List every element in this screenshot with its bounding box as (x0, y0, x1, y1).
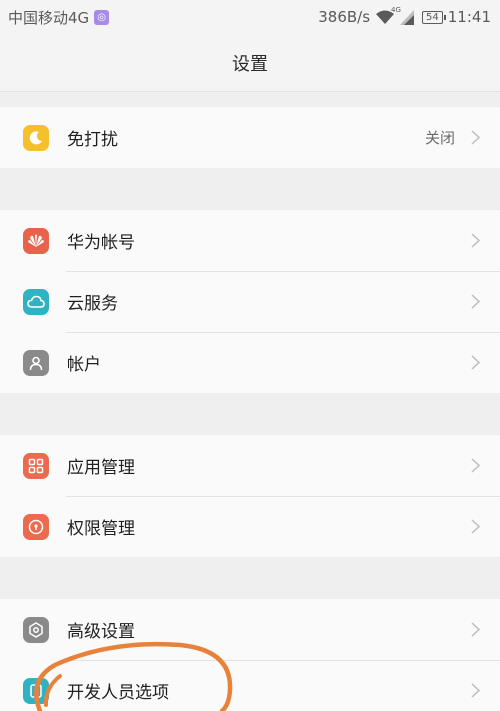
settings-item-developer-options[interactable]: 开发人员选项 (0, 660, 500, 711)
settings-item-label: 帐户 (67, 355, 101, 375)
page-title: 设置 (0, 34, 500, 92)
settings-screen: 中国移动4G ◎ 386B/s 4G 54 11:41 设置 免打扰 关闭 华为… (0, 0, 500, 711)
settings-item-label: 开发人员选项 (67, 683, 169, 703)
settings-group-account: 华为帐号 云服务 帐户 (0, 210, 500, 393)
net-speed: 386B/s (318, 8, 371, 26)
developer-icon (23, 677, 49, 704)
cloud-icon (23, 288, 49, 315)
huawei-icon (23, 227, 49, 254)
chevron-right-icon (471, 683, 480, 698)
cell-signal-icon: 4G (391, 6, 415, 25)
carrier-label: 中国移动4G (8, 8, 90, 27)
clock: 11:41 (447, 8, 491, 26)
settings-item-do-not-disturb[interactable]: 免打扰 关闭 (0, 107, 500, 168)
moon-icon (23, 124, 49, 151)
settings-group-dnd: 免打扰 关闭 (0, 107, 500, 168)
person-icon (23, 349, 49, 376)
settings-item-accounts[interactable]: 帐户 (0, 332, 500, 393)
chevron-right-icon (471, 458, 480, 473)
chevron-right-icon (471, 519, 480, 534)
settings-item-value: 关闭 (424, 129, 455, 147)
settings-item-label: 华为帐号 (67, 233, 135, 253)
chevron-right-icon (471, 355, 480, 370)
settings-item-app-management[interactable]: 应用管理 (0, 435, 500, 496)
status-bar: 中国移动4G ◎ 386B/s 4G 54 11:41 (0, 0, 500, 34)
settings-item-label: 免打扰 (67, 130, 118, 150)
settings-item-label: 云服务 (67, 294, 118, 314)
gear-icon (23, 616, 49, 643)
chevron-right-icon (471, 130, 480, 145)
settings-item-advanced-settings[interactable]: 高级设置 (0, 599, 500, 660)
settings-item-label: 权限管理 (67, 519, 135, 539)
chevron-right-icon (471, 294, 480, 309)
settings-item-huawei-account[interactable]: 华为帐号 (0, 210, 500, 271)
settings-group-apps: 应用管理 权限管理 (0, 435, 500, 557)
settings-item-label: 高级设置 (67, 622, 135, 642)
settings-item-permission-management[interactable]: 权限管理 (0, 496, 500, 557)
lock-icon (23, 513, 49, 540)
battery-icon: 54 (422, 10, 446, 24)
settings-item-label: 应用管理 (67, 458, 135, 478)
settings-item-cloud-service[interactable]: 云服务 (0, 271, 500, 332)
signal-network-tag: 4G (391, 5, 401, 14)
settings-group-advanced: 高级设置 开发人员选项 (0, 599, 500, 711)
grid-icon (23, 452, 49, 479)
notification-app-icon: ◎ (94, 9, 110, 25)
chevron-right-icon (471, 622, 480, 637)
chevron-right-icon (471, 233, 480, 248)
